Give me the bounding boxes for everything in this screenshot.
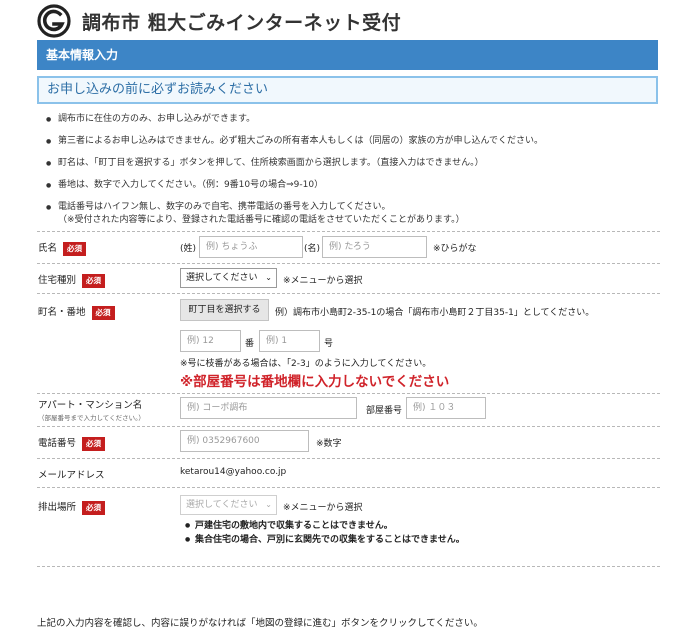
phone-input[interactable]: 例) 0352967600 [180,430,309,452]
divider [37,566,660,567]
place-hint: ※メニューから選択 [283,503,363,513]
divider [37,263,660,264]
address-example: 例）調布市小島町2-35-1の場合「調布市小島町２丁目35-1」としてください。 [275,308,595,318]
notice-title: お申し込みの前に必ずお読みください [37,76,658,104]
note-item: 第三者によるお申し込みはできません。必ず粗大ごみの所有者本人もしくは（同居の）家… [44,135,654,148]
required-badge: 必須 [91,305,115,320]
name-hint: ※ひらがな [433,244,477,254]
site-title: 調布市 粗大ごみインターネット受付 [82,12,402,34]
ban-input[interactable]: 例) 12 [180,330,241,352]
place-note: 戸建住宅の敷地内で収集することはできません。 [185,519,465,533]
note-item: 調布市に在住の方のみ、お申し込みができます。 [44,113,654,126]
first-name-input[interactable]: 例) たろう [322,236,427,258]
required-badge: 必須 [82,436,106,451]
email-label: メールアドレス [38,470,105,481]
confirm-instruction: 上記の入力内容を確認し、内容に誤りがなければ「地図の登録に進む」ボタンをクリック… [37,618,483,629]
mei-prefix: (名) [304,244,321,254]
housing-type-select[interactable]: 選択してください ⌄ [180,268,277,288]
name-label: 氏名 必須 [38,240,87,256]
apartment-name-input[interactable]: 例) コーポ調布 [180,397,357,419]
divider [37,231,660,232]
note-item: 電話番号はハイフン無し、数字のみで自宅、携帯電話の番号を入力してください。 （※… [44,201,654,227]
sei-prefix: (姓) [180,244,197,254]
branch-note: ※号に枝番がある場合は、「2-3」のように入力してください。 [180,359,432,369]
divider [37,458,660,459]
required-badge: 必須 [82,273,106,288]
notes-list: 調布市に在住の方のみ、お申し込みができます。 第三者によるお申し込みはできません… [44,113,654,236]
ban-suffix: 番 [245,339,255,349]
email-value: ketarou14@yahoo.co.jp [180,467,287,477]
select-town-button[interactable]: 町丁目を選択する [180,299,269,321]
note-item: 番地は、数字で入力してください。（例：9番10号の場合⇒9-10） [44,179,654,192]
room-number-warning: ※部屋番号は番地欄に入力しないでください [180,374,450,390]
chofu-city-logo-icon [37,4,71,38]
chevron-down-icon: ⌄ [265,500,272,509]
room-number-label: 部屋番号 [366,406,403,416]
divider [37,487,660,488]
divider [37,293,660,294]
last-name-input[interactable]: 例) ちょうふ [199,236,303,258]
housing-label: 住宅種別 必須 [38,272,106,288]
housing-hint: ※メニューから選択 [283,276,363,286]
section-title: 基本情報入力 [37,40,658,70]
go-input[interactable]: 例) 1 [259,330,320,352]
chevron-down-icon: ⌄ [265,273,272,282]
disposal-place-select[interactable]: 選択してください ⌄ [180,495,277,515]
apartment-label: アパート・マンション名 [38,400,143,411]
phone-hint: ※数字 [316,439,342,449]
apartment-sublabel: （部屋番号まで入力してください。） [38,414,145,422]
address-label: 町名・番地 必須 [38,304,115,320]
place-note: 集合住宅の場合、戸別に玄関先での収集をすることはできません。 [185,533,465,547]
divider [37,426,660,427]
required-badge: 必須 [63,241,87,256]
divider [37,393,660,394]
room-number-input[interactable]: 例) １０３ [406,397,486,419]
required-badge: 必須 [82,500,106,515]
place-label: 排出場所 必須 [38,499,106,515]
note-item: 町名は、「町丁目を選択する」ボタンを押して、住所検索画面から選択します。（直接入… [44,157,654,170]
phone-label: 電話番号 必須 [38,435,106,451]
go-suffix: 号 [324,339,334,349]
place-notes: 戸建住宅の敷地内で収集することはできません。 集合住宅の場合、戸別に玄関先での収… [185,519,465,547]
